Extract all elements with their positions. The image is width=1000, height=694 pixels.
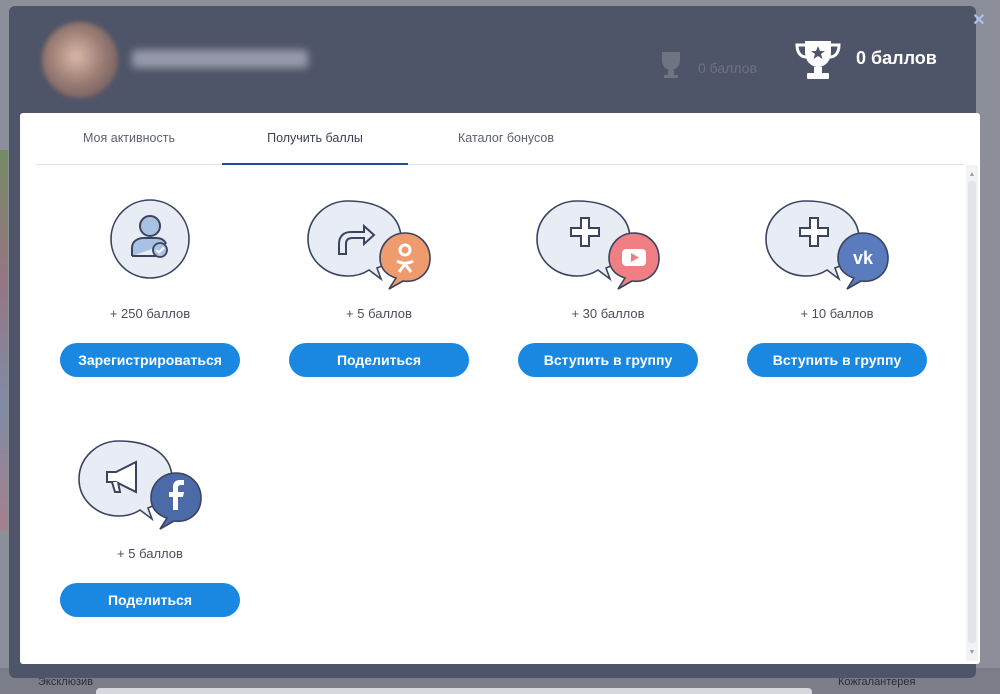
user-name-blurred — [132, 50, 308, 68]
card-share-facebook: + 5 баллов Поделиться — [60, 438, 240, 638]
card-register: + 250 баллов Зарегистрироваться — [60, 198, 240, 398]
card-points: + 10 баллов — [800, 306, 874, 321]
avatar — [42, 22, 118, 98]
plus-icon — [536, 200, 660, 290]
scrollbar-thumb[interactable] — [968, 181, 976, 643]
background-thumbnail-strip — [0, 150, 8, 530]
scroll-up-arrow-icon[interactable]: ▲ — [966, 169, 978, 181]
points-total: 0 баллов — [856, 48, 937, 68]
share-arrow-icon — [307, 200, 431, 290]
register-button[interactable]: Зарегистрироваться — [60, 343, 240, 377]
tab-my-activity[interactable]: Моя активность — [76, 113, 182, 165]
card-points: + 5 баллов — [346, 306, 412, 321]
tab-bar: Моя активность Получить баллы Каталог бо… — [36, 113, 964, 165]
card-share-odnoklassniki: + 5 баллов Поделиться — [289, 198, 469, 398]
share-button[interactable]: Поделиться — [289, 343, 469, 377]
card-join-vk: vk + 10 баллов Вступить в группу — [747, 198, 927, 398]
scrollbar[interactable]: ▲ ▼ — [966, 165, 978, 661]
card-points: + 250 баллов — [109, 306, 191, 321]
trophy-ghost-icon — [662, 52, 680, 78]
tab-get-points[interactable]: Получить баллы — [222, 113, 408, 165]
scroll-down-arrow-icon[interactable]: ▼ — [966, 647, 978, 659]
megaphone-icon — [78, 440, 202, 530]
share-button[interactable]: Поделиться — [60, 583, 240, 617]
trophy-icon — [795, 41, 841, 79]
ghost-points-label: 0 баллов — [698, 60, 757, 76]
card-points: + 30 баллов — [571, 306, 645, 321]
close-icon[interactable]: ✕ — [970, 12, 988, 30]
svg-text:vk: vk — [853, 248, 874, 268]
plus-icon: vk — [765, 200, 889, 290]
background-search-bar — [96, 688, 812, 694]
join-group-button[interactable]: Вступить в группу — [747, 343, 927, 377]
user-check-icon — [110, 199, 190, 279]
join-group-button[interactable]: Вступить в группу — [518, 343, 698, 377]
card-join-youtube: + 30 баллов Вступить в группу — [518, 198, 698, 398]
points-modal: Моя активность Получить баллы Каталог бо… — [20, 113, 980, 664]
tab-bonus-catalog[interactable]: Каталог бонусов — [448, 113, 564, 165]
card-points: + 5 баллов — [117, 546, 183, 561]
